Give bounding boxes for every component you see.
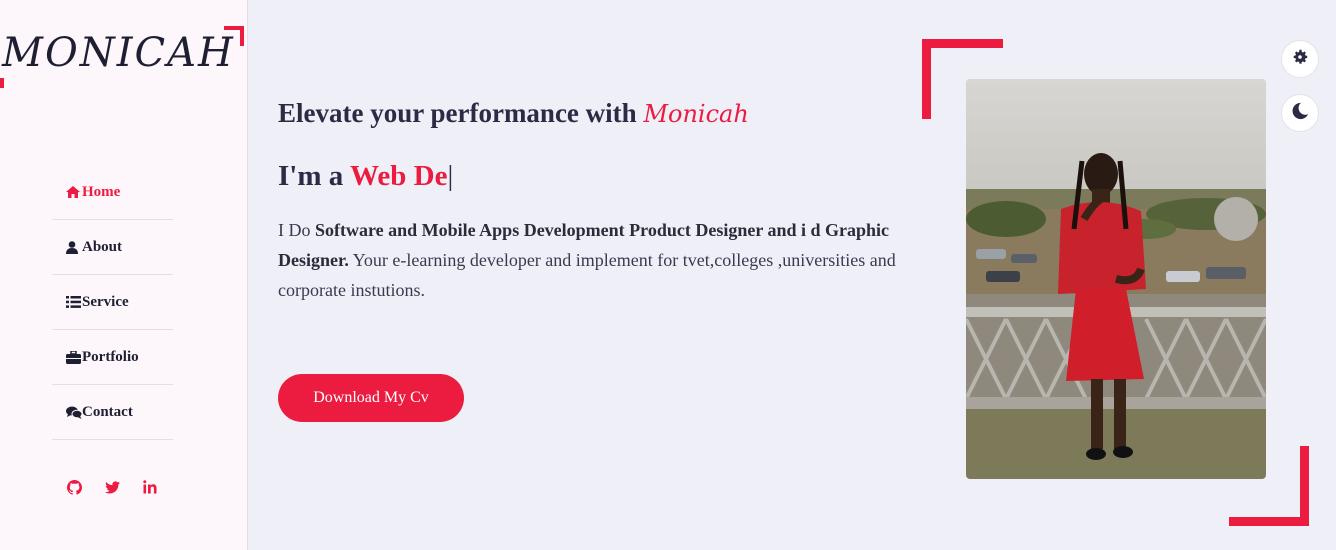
gear-icon <box>1291 48 1309 71</box>
nav-item-service[interactable]: Service <box>52 275 173 330</box>
sidebar: MONICAH Home About Service Portfolio Con… <box>0 0 248 550</box>
hero-tagline: Elevate your performance with Monicah <box>278 98 749 129</box>
nav-item-label: Portfolio <box>82 348 139 365</box>
moon-icon <box>1291 102 1309 125</box>
github-icon[interactable] <box>66 478 82 496</box>
typing-role: Web De <box>349 160 448 192</box>
settings-button[interactable] <box>1281 40 1319 78</box>
user-icon <box>52 240 82 254</box>
hero-description: I Do Software and Mobile Apps Developmen… <box>278 215 898 305</box>
nav-item-label: Service <box>82 293 129 310</box>
logo-corner-decoration-left <box>0 78 4 88</box>
nav-item-label: About <box>82 238 123 255</box>
linkedin-icon[interactable] <box>142 478 158 496</box>
nav-item-label: Home <box>82 183 121 200</box>
typing-caret: | <box>447 160 454 192</box>
logo-corner-decoration <box>224 26 244 46</box>
nav-item-label: Contact <box>82 403 133 420</box>
download-cv-button[interactable]: Download My Cv <box>278 374 464 422</box>
twitter-icon[interactable] <box>104 478 120 496</box>
tagline-text: Elevate your performance with <box>278 98 637 128</box>
brand-name: Monicah <box>643 100 749 128</box>
nav-item-home[interactable]: Home <box>52 165 173 220</box>
typing-headline: I'm a Web De| <box>278 160 453 193</box>
theme-toggle-button[interactable] <box>1281 94 1319 132</box>
main-nav: Home About Service Portfolio Contact <box>52 165 173 440</box>
logo[interactable]: MONICAH <box>2 30 235 76</box>
comments-icon <box>52 406 82 419</box>
profile-photo <box>966 79 1266 479</box>
home-icon <box>52 186 82 198</box>
briefcase-icon <box>52 350 82 364</box>
typing-prefix: I'm a <box>278 160 344 192</box>
nav-item-contact[interactable]: Contact <box>52 385 173 440</box>
desc-rest: Your e-learning developer and implement … <box>278 250 896 300</box>
nav-item-portfolio[interactable]: Portfolio <box>52 330 173 385</box>
desc-intro: I Do <box>278 220 311 240</box>
nav-item-about[interactable]: About <box>52 220 173 275</box>
list-icon <box>52 296 82 308</box>
social-links <box>66 478 158 496</box>
